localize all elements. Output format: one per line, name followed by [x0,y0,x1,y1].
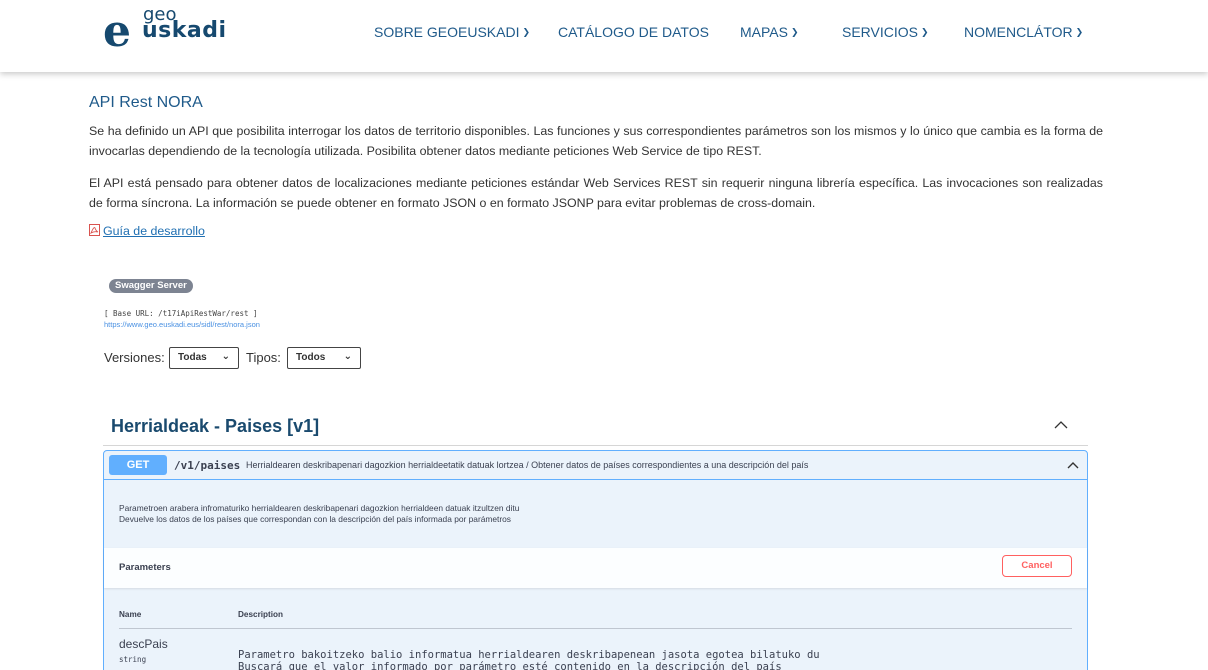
caret-down-icon: ⌄ [343,351,352,362]
tipos-value: Todos [296,352,326,363]
param-name: descPais [119,637,168,651]
param-type: string [119,655,147,664]
nav-sobre-geoeuskadi[interactable]: SOBRE GEOEUSKADI ❯ [374,24,530,40]
operation-path: /v1/paises [174,459,241,472]
nav-label: SERVICIOS [842,24,918,40]
caret-down-icon: ⌄ [221,351,230,362]
operation-summary-text: Herrialdearen deskribapenari dagozkion h… [246,460,809,470]
nav-label: CATÁLOGO DE DATOS [558,24,709,40]
column-name-header: Name [119,610,142,619]
nav-label: NOMENCLÁTOR [964,24,1073,40]
tag-title[interactable]: Herrialdeak - Paises [v1] [111,416,319,437]
nav-label: SOBRE GEOEUSKADI [374,24,520,40]
operation-description-eu: Parametroen arabera infromaturiko herria… [119,503,520,513]
nav-label: MAPAS [740,24,788,40]
column-description-header: Description [238,610,284,619]
versiones-select[interactable]: Todas ⌄ [169,347,239,369]
chevron-down-icon: ❯ [522,27,531,37]
chevron-down-icon: ❯ [921,27,929,37]
parameters-title: Parameters [119,562,171,573]
parameters-divider [119,628,1072,629]
logo-e-letter: e [103,6,131,57]
nav-nomenclator[interactable]: NOMENCLÁTOR ❯ [964,24,1083,40]
swagger-server-badge: Swagger Server [109,279,193,293]
base-url: [ Base URL: /t17iApiRestWar/rest ] [104,309,258,318]
pdf-icon [89,224,100,236]
chevron-up-icon[interactable] [1052,418,1070,432]
page-title: API Rest NORA [89,94,203,111]
chevron-up-icon[interactable] [1066,459,1080,471]
nav-catalogo-de-datos[interactable]: CATÁLOGO DE DATOS [558,24,709,40]
get-method-badge: GET [109,455,167,475]
guia-desarrollo-link[interactable]: Guía de desarrollo [89,224,205,238]
cancel-button[interactable]: Cancel [1002,555,1072,577]
tipos-label: Tipos: [246,350,281,365]
operation-block: GET /v1/paises Herrialdearen deskribapen… [103,450,1088,670]
guia-desarrollo-label: Guía de desarrollo [103,224,205,238]
chevron-down-icon: ❯ [790,27,799,37]
intro-paragraph: Se ha definido un API que posibilita int… [89,124,1103,158]
operation-summary[interactable]: GET /v1/paises Herrialdearen deskribapen… [104,451,1087,480]
site-header: e geo uskadi SOBRE GEOEUSKADI ❯ CATÁLOGO … [0,0,1208,72]
param-description-es: Buscará que el valor informado por parám… [238,661,782,670]
parameters-header: Parameters Cancel [104,548,1087,588]
param-description-eu: Parametro bakoitzeko balio informatua he… [238,649,820,661]
logo-uskadi-text: uskadi [142,18,227,43]
chevron-down-icon: ❯ [1075,27,1084,37]
tipos-select[interactable]: Todos ⌄ [287,347,361,369]
nav-servicios[interactable]: SERVICIOS ❯ [842,24,929,40]
versiones-value: Todas [178,352,207,363]
nav-mapas[interactable]: MAPAS ❯ [740,24,799,40]
swagger-json-link[interactable]: https://www.geo.euskadi.eus/sidl/rest/no… [104,320,260,329]
versiones-label: Versiones: [104,350,165,365]
geoeuskadi-logo[interactable]: e geo uskadi [103,4,226,58]
tag-divider [103,445,1088,446]
operation-description-es: Devuelve los datos de los países que cor… [119,514,511,524]
api-paragraph: El API está pensado para obtener datos d… [89,176,1103,210]
